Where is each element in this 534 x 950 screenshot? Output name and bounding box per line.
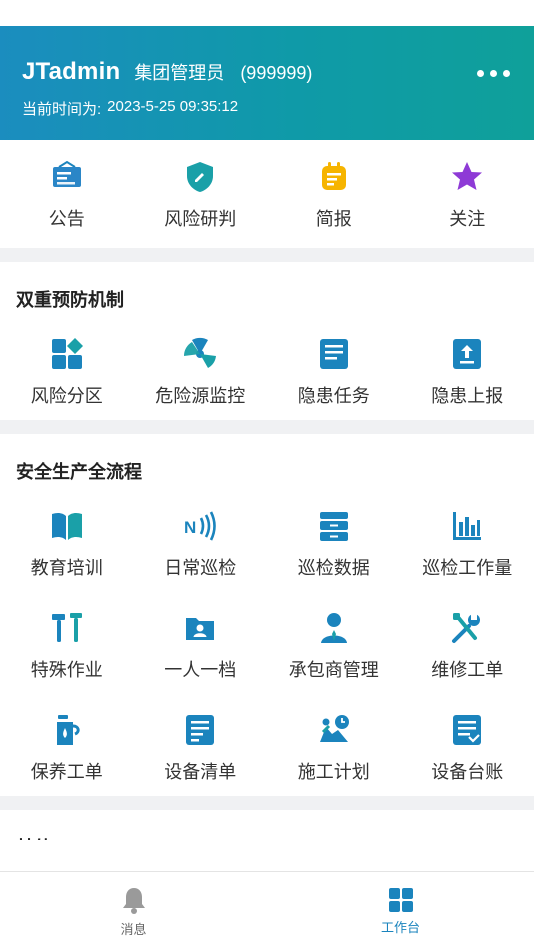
open-book-icon (51, 512, 82, 540)
tab-label: 消息 (120, 921, 147, 937)
tile-label: 施工计划 (297, 762, 370, 782)
announcement-board-icon (52, 160, 81, 187)
tile-equipment-list[interactable]: 设备清单 (134, 694, 268, 796)
wrench-screwdriver-icon (452, 613, 481, 643)
tab-label: 工作台 (380, 919, 420, 935)
section-title: 安全生产全流程 (16, 462, 142, 482)
list-doc-icon (186, 715, 215, 745)
shield-edit-icon (187, 162, 214, 192)
tile-label: 设备台账 (431, 762, 504, 782)
notepad-icon (321, 162, 346, 190)
quick-item-label: 公告 (48, 209, 85, 229)
tile-daily-inspection[interactable]: N 日常巡检 (134, 490, 268, 592)
tile-one-person-one-file[interactable]: 一人一档 (134, 592, 268, 694)
section-grid-row-2: 特殊作业 一人一档 承包商管理 维修工单 (0, 592, 534, 694)
section-separator (0, 796, 534, 810)
time-prefix: 当前时间为: (22, 101, 102, 118)
section-separator (0, 248, 534, 262)
tile-label: 日常巡检 (164, 558, 237, 578)
section-grid-row-3: 保养工单 设备清单 施工计划 设备台账 (0, 694, 534, 796)
tile-inspection-data[interactable]: 巡检数据 (267, 490, 401, 592)
section-dual-prevention: 双重预防机制 风险分区 危险源监控 隐患任务 隐患上报 (0, 262, 534, 420)
username: JTadmin (22, 58, 121, 85)
tile-label: 一人一档 (164, 660, 237, 680)
dot-icon (503, 70, 510, 77)
section-separator (0, 420, 534, 434)
tile-hidden-danger-tasks[interactable]: 隐患任务 (267, 318, 401, 420)
tile-label: 隐患任务 (297, 386, 370, 406)
ledger-doc-icon (453, 715, 482, 745)
quick-item-announcement[interactable]: 公告 (0, 143, 134, 245)
tile-label: 教育培训 (30, 558, 103, 578)
tile-special-operation[interactable]: 特殊作业 (0, 592, 134, 694)
workbench-grid-icon (388, 887, 413, 912)
section-grid: 风险分区 危险源监控 隐患任务 隐患上报 (0, 318, 534, 420)
cabinet-icon (319, 512, 348, 541)
bar-chart-icon (453, 512, 482, 540)
grid-diamond-icon (51, 338, 83, 369)
dot-icon (477, 70, 484, 77)
current-time-line: 当前时间为: 2023-5-25 09:35:12 (22, 98, 514, 119)
tile-hidden-danger-report[interactable]: 隐患上报 (401, 318, 534, 420)
star-icon (452, 162, 483, 190)
user-role: 集团管理员 (134, 63, 225, 83)
quick-actions: 公告 风险研判 简报 关注 (0, 140, 534, 248)
tools-hammer-screwdriver-icon (51, 613, 82, 642)
tab-workbench[interactable]: 工作台 (267, 872, 534, 950)
tab-messages[interactable]: 消息 (0, 872, 267, 950)
svg-text:N: N (184, 518, 196, 537)
quick-item-risk-judgment[interactable]: 风险研判 (134, 143, 268, 245)
dot-icon (490, 70, 497, 77)
user-code: (999999) (240, 63, 313, 83)
tile-label: 巡检数据 (297, 558, 370, 578)
radiation-icon (184, 337, 217, 368)
tile-label: 保养工单 (30, 762, 103, 782)
tile-label: 隐患上报 (431, 386, 504, 406)
bell-icon (122, 887, 145, 914)
tile-risk-zones[interactable]: 风险分区 (0, 318, 134, 420)
tile-hazard-monitoring[interactable]: 危险源监控 (134, 318, 268, 420)
tile-label: 维修工单 (431, 660, 504, 680)
folder-person-icon (186, 618, 215, 640)
person-tie-icon (320, 613, 347, 643)
tile-contractor-management[interactable]: 承包商管理 (267, 592, 401, 694)
tile-label: 特殊作业 (30, 660, 103, 680)
document-lines-icon (319, 339, 348, 369)
quick-item-follow[interactable]: 关注 (401, 143, 534, 245)
section-title: 其他 (16, 834, 52, 840)
time-value: 2023-5-25 09:35:12 (107, 98, 239, 115)
tile-equipment-ledger[interactable]: 设备台账 (401, 694, 534, 796)
tile-label: 承包商管理 (288, 660, 379, 680)
tile-maintenance-order[interactable]: 保养工单 (0, 694, 134, 796)
section-safety-process: 安全生产全流程 教育培训 N 日常巡检 巡检数据 巡检工作量 特殊作业 一人一档… (0, 434, 534, 796)
bottom-tab-bar: 消息 工作台 (0, 871, 534, 950)
section-grid-row-1: 教育培训 N 日常巡检 巡检数据 巡检工作量 (0, 490, 534, 592)
construction-clock-icon (319, 715, 349, 742)
profile-name-line: JTadmin 集团管理员 (999999) (22, 58, 514, 86)
tile-repair-order[interactable]: 维修工单 (401, 592, 534, 694)
tile-inspection-workload[interactable]: 巡检工作量 (401, 490, 534, 592)
tile-label: 巡检工作量 (422, 558, 513, 578)
quick-item-briefing[interactable]: 简报 (267, 143, 401, 245)
quick-item-label: 关注 (449, 209, 486, 229)
quick-item-label: 简报 (315, 209, 352, 229)
upload-doc-icon (453, 339, 482, 369)
quick-item-label: 风险研判 (164, 209, 237, 229)
more-button[interactable] (477, 70, 510, 77)
profile-header: JTadmin 集团管理员 (999999) 当前时间为: 2023-5-25 … (0, 26, 534, 140)
tile-label: 危险源监控 (155, 386, 246, 406)
tile-label: 风险分区 (30, 386, 103, 406)
section-other-teaser: 其他 (0, 810, 534, 840)
nfc-icon: N (184, 511, 217, 541)
oil-can-icon (56, 715, 80, 745)
tile-education-training[interactable]: 教育培训 (0, 490, 134, 592)
tile-construction-plan[interactable]: 施工计划 (267, 694, 401, 796)
tile-label: 设备清单 (164, 762, 237, 782)
status-bar (0, 0, 534, 26)
section-title: 双重预防机制 (16, 290, 124, 310)
